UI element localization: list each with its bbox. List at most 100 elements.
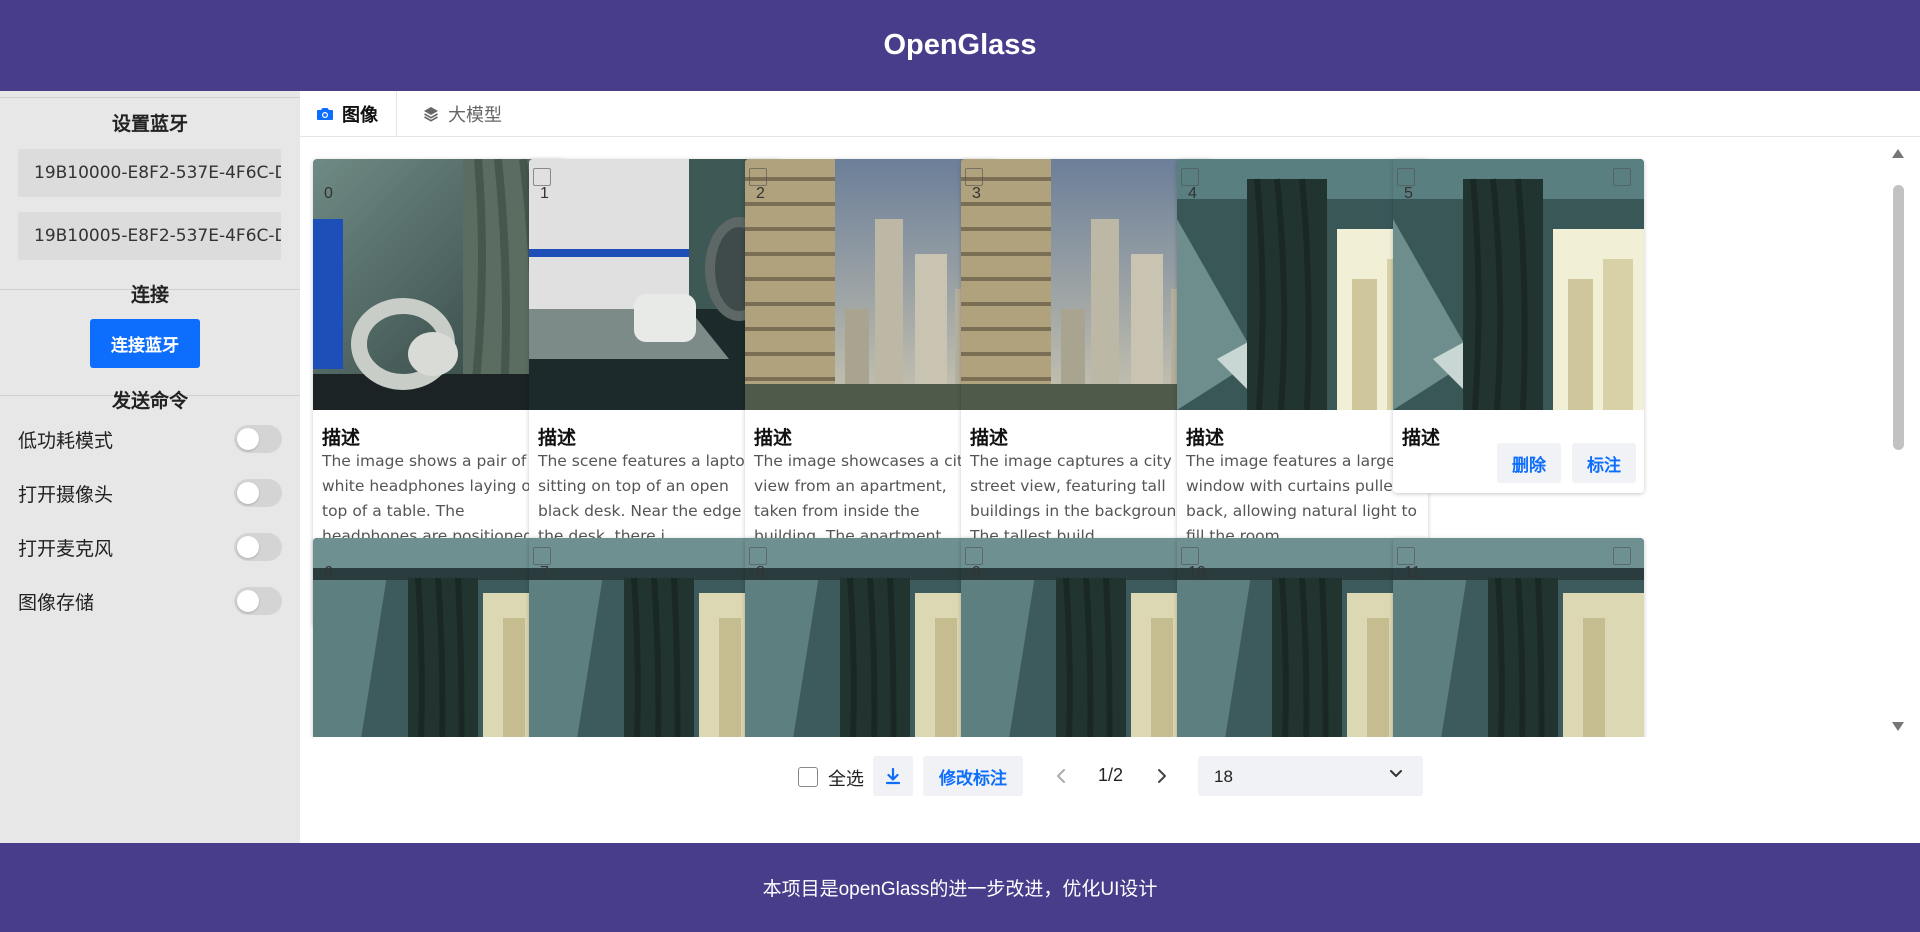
select-checkbox[interactable]: [533, 547, 551, 565]
toggle-label: 打开摄像头: [18, 484, 114, 506]
card-title: 描述: [970, 428, 1009, 449]
characteristic-uuid-input[interactable]: 19B10005-E8F2-537E-4F6C-D104768A1214: [18, 212, 281, 260]
card-title: 描述: [322, 428, 361, 449]
footer-text: 本项目是openGlass的进一步改进，优化UI设计: [762, 879, 1158, 900]
image-card: 7: [529, 538, 780, 737]
toggle-label: 低功耗模式: [18, 430, 114, 452]
toggle-row-microphone: 打开麦克风: [18, 531, 282, 563]
app-title: OpenGlass: [883, 29, 1037, 61]
toggle-label: 打开麦克风: [18, 538, 114, 560]
send-command-title: 发送命令: [111, 391, 188, 412]
card-description: The image captures a city street view, f…: [970, 452, 1192, 545]
image-thumbnail[interactable]: [313, 159, 564, 410]
image-thumbnail[interactable]: [1393, 538, 1644, 737]
card-title: 描述: [538, 428, 577, 449]
chevron-left-icon: [1057, 769, 1065, 783]
sidebar: 设置蓝牙 19B10000-E8F2-537E-4F6C-D104768A121…: [0, 91, 300, 843]
image-card: 6: [313, 538, 564, 737]
select-checkbox[interactable]: [1613, 547, 1631, 565]
image-thumbnail[interactable]: [313, 538, 564, 737]
select-all-label: 全选: [828, 769, 864, 789]
service-uuid-input[interactable]: 19B10000-E8F2-537E-4F6C-D104768A1214: [18, 149, 281, 197]
divider: [0, 97, 300, 98]
select-checkbox[interactable]: [1397, 547, 1415, 565]
select-checkbox[interactable]: [1397, 168, 1415, 186]
toggle-row-image-storage: 图像存储: [18, 585, 282, 617]
select-checkbox[interactable]: [533, 168, 551, 186]
next-page-button[interactable]: [1150, 763, 1174, 789]
image-thumbnail[interactable]: [529, 159, 780, 410]
scroll-up-arrow[interactable]: [1892, 149, 1904, 158]
main-panel: 图像 大模型 0 描述 The image shows a pair of whi…: [300, 91, 1920, 843]
image-index: 1: [540, 185, 549, 202]
tab-label: 图像: [342, 105, 378, 125]
layers-icon: [424, 107, 438, 122]
delete-button[interactable]: 删除: [1497, 443, 1561, 483]
tab-images[interactable]: 图像: [300, 91, 397, 137]
image-thumbnail[interactable]: [745, 159, 996, 410]
image-card: 5 描述删除 标注: [1393, 159, 1644, 493]
image-thumbnail[interactable]: [1393, 159, 1644, 410]
image-thumbnail[interactable]: [961, 538, 1212, 737]
bluetooth-settings-title: 设置蓝牙: [111, 114, 188, 135]
select-checkbox[interactable]: [1181, 168, 1199, 186]
image-index: 4: [1188, 185, 1197, 202]
image-thumbnail[interactable]: [1177, 159, 1428, 410]
card-description: The scene features a laptop sitting on t…: [538, 452, 762, 545]
image-thumbnail[interactable]: [745, 538, 996, 737]
card-title: 描述: [1186, 428, 1225, 449]
tab-llm[interactable]: 大模型: [422, 91, 522, 137]
image-card: 11: [1393, 538, 1644, 737]
connect-section-title: 连接: [130, 285, 169, 306]
chevron-right-icon: [1158, 769, 1166, 783]
image-thumbnail[interactable]: [1177, 538, 1428, 737]
camera-icon: [317, 108, 333, 120]
card-title: 描述: [1402, 428, 1441, 449]
image-grid: 0 描述 The image shows a pair of white head…: [300, 137, 1920, 737]
toggle-row-low-power: 低功耗模式: [18, 423, 282, 455]
image-card: 9: [961, 538, 1212, 737]
select-checkbox[interactable]: [1613, 168, 1631, 186]
toggle-row-camera: 打开摄像头: [18, 477, 282, 509]
select-checkbox[interactable]: [749, 547, 767, 565]
card-title: 描述: [754, 428, 793, 449]
camera-switch[interactable]: [234, 479, 282, 507]
page-indicator: 1/2: [1098, 765, 1124, 785]
toggle-label: 图像存储: [18, 592, 95, 614]
edit-annotation-button[interactable]: 修改标注: [923, 756, 1023, 796]
connect-bluetooth-button[interactable]: 连接蓝牙: [90, 319, 200, 368]
prev-page-button[interactable]: [1049, 763, 1073, 789]
image-index: 3: [972, 185, 981, 202]
image-thumbnail[interactable]: [961, 159, 1212, 410]
select-all-checkbox[interactable]: [798, 767, 818, 787]
low-power-switch[interactable]: [234, 425, 282, 453]
image-storage-switch[interactable]: [234, 587, 282, 615]
image-index: 7: [540, 564, 549, 581]
select-checkbox[interactable]: [965, 168, 983, 186]
image-thumbnail[interactable]: [529, 538, 780, 737]
app-header: OpenGlass: [0, 0, 1920, 91]
select-checkbox[interactable]: [749, 168, 767, 186]
download-button[interactable]: [873, 756, 913, 796]
image-index: 8: [756, 564, 765, 581]
scroll-down-arrow[interactable]: [1892, 722, 1904, 731]
select-checkbox[interactable]: [965, 547, 983, 565]
card-description: The image features a large window with c…: [1186, 452, 1418, 545]
image-index: 2: [756, 185, 765, 202]
tab-bar: 图像 大模型: [300, 91, 1920, 137]
microphone-switch[interactable]: [234, 533, 282, 561]
pagination-bar: 全选 修改标注 1/2 18: [300, 754, 1920, 798]
image-card: 8: [745, 538, 996, 737]
download-icon: [885, 767, 901, 785]
image-index: 11: [1404, 564, 1421, 581]
chevron-down-icon: [1390, 770, 1402, 777]
scrollbar-thumb[interactable]: [1893, 185, 1904, 450]
image-index: 6: [324, 564, 333, 581]
image-index: 5: [1404, 185, 1413, 202]
page-size-select[interactable]: 18: [1198, 756, 1423, 796]
select-checkbox[interactable]: [1181, 547, 1199, 565]
annotate-button[interactable]: 标注: [1572, 443, 1636, 483]
tab-label: 大模型: [448, 105, 502, 125]
image-card: 10: [1177, 538, 1428, 737]
image-index: 10: [1188, 564, 1206, 581]
